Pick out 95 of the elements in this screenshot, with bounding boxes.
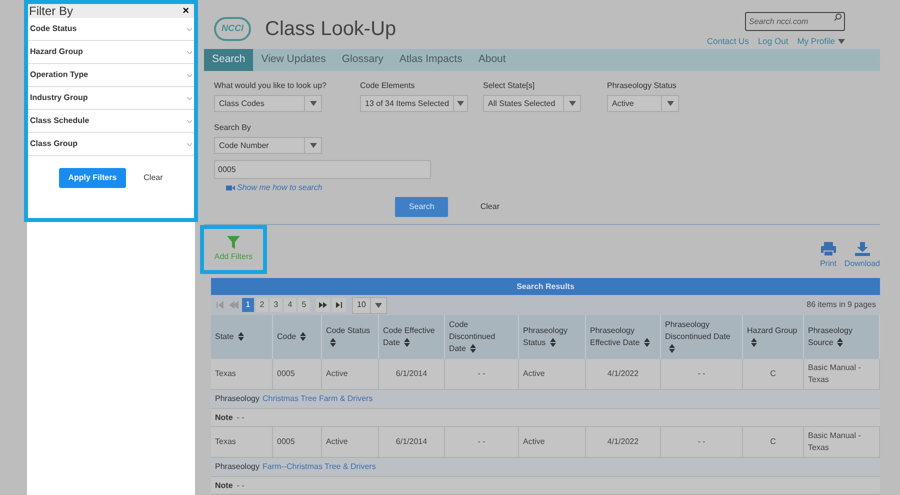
table-cell: - - (445, 359, 519, 389)
table-cell: - - (661, 427, 743, 457)
code-input[interactable]: 0005 (214, 160, 431, 179)
field-label: Search By (214, 122, 252, 134)
table-cell: Active (322, 427, 379, 457)
table-cell: Active (519, 359, 586, 389)
table-cell: 0005 (273, 427, 322, 457)
search-icon (834, 13, 842, 21)
apply-filters-button[interactable]: Apply Filters (59, 168, 126, 188)
caret-icon (457, 101, 464, 106)
sort-icon (300, 332, 306, 342)
table-cell: C (743, 359, 804, 389)
table-cell: - - (445, 427, 519, 457)
nav-tab[interactable]: View Updates (253, 48, 334, 71)
caret-icon (666, 101, 674, 106)
sort-icon (751, 338, 757, 348)
filter-item[interactable]: Class Group (28, 133, 194, 156)
note-text: - - (236, 412, 244, 424)
results-summary: 86 items in 9 pages (806, 299, 877, 311)
sort-icon (550, 338, 556, 348)
chevron-icon (187, 96, 192, 100)
caret-icon (310, 101, 316, 106)
page-button[interactable]: 2 (256, 298, 268, 312)
chevron-icon (187, 74, 192, 76)
download-icon (854, 242, 870, 256)
dropdown[interactable]: 10 (352, 296, 387, 314)
table-cell: Texas (211, 359, 273, 389)
filter-item[interactable]: Industry Group (28, 87, 194, 110)
chevron-icon (187, 142, 192, 146)
table-cell: Active (322, 359, 379, 389)
results-title-bar: Search Results (211, 278, 880, 295)
note-label: Note (215, 412, 233, 424)
field-label: Select State[s] (483, 80, 536, 92)
chevron-icon (187, 28, 192, 30)
dropdown[interactable]: Active (607, 95, 679, 112)
sort-icon (669, 344, 675, 354)
video-camera-icon (226, 185, 235, 191)
nav-tab[interactable]: Atlas Impacts (391, 48, 470, 71)
note-label: Note (215, 480, 233, 492)
filter-item[interactable]: Hazard Group (28, 41, 194, 64)
page-title: Class Look-Up (265, 17, 396, 42)
phraseology-label: Phraseology (215, 393, 260, 405)
panel-title: Filter By (29, 5, 74, 17)
next-page-icon[interactable] (316, 298, 330, 312)
phraseology-label: Phraseology (215, 461, 260, 473)
dropdown[interactable]: Code Number (214, 137, 322, 154)
logo: NCCI (214, 17, 251, 41)
dropdown[interactable]: Class Codes (214, 95, 322, 112)
caret-icon (838, 38, 845, 44)
filter-icon (227, 236, 240, 249)
caret-icon (374, 302, 382, 308)
sort-icon (330, 338, 336, 348)
table-cell: 4/1/2022 (586, 427, 661, 457)
sort-icon (404, 338, 410, 348)
table-cell: 6/1/2014 (379, 427, 445, 457)
nav-tab[interactable]: Glossary (334, 48, 392, 71)
page-button[interactable]: 1 (242, 298, 254, 312)
caret-icon (568, 101, 576, 106)
page-button[interactable]: 5 (298, 298, 310, 312)
sort-icon (470, 344, 476, 354)
table-cell: Active (519, 427, 586, 457)
caret-icon (310, 143, 316, 148)
field-label: What would you like to look up? (214, 80, 328, 92)
clear-button[interactable]: Clear (480, 201, 500, 213)
table-cell: 4/1/2022 (586, 359, 661, 389)
dropdown[interactable]: 13 of 34 Items Selected (360, 95, 468, 112)
sort-icon (644, 338, 650, 348)
table-cell: Texas (211, 427, 273, 457)
close-button[interactable]: × (182, 6, 193, 16)
chevron-icon (187, 120, 192, 122)
note-text: - - (236, 480, 244, 492)
sort-icon (837, 338, 844, 348)
table-cell: 0005 (273, 359, 322, 389)
nav-tab[interactable]: About (470, 48, 514, 71)
dropdown[interactable]: All States Selected (483, 95, 581, 112)
table-cell: - - (661, 359, 743, 389)
field-label: Code Elements (360, 80, 416, 92)
table-cell: 6/1/2014 (379, 359, 445, 389)
nav-tab[interactable]: Search (204, 48, 254, 71)
field-label: Phraseology Status (607, 80, 678, 92)
filter-item[interactable]: Class Schedule (28, 110, 194, 133)
chevron-icon (187, 50, 192, 54)
search-button[interactable]: Search (395, 197, 448, 217)
table-cell: Basic Manual - Texas (804, 359, 880, 389)
table-cell: C (743, 427, 804, 457)
last-page-icon[interactable] (332, 298, 346, 312)
printer-icon (820, 242, 836, 256)
page-button[interactable]: 4 (284, 298, 296, 312)
table-cell: Basic Manual - Texas (804, 427, 880, 457)
clear-button[interactable]: Clear (144, 172, 163, 184)
page-button[interactable]: 3 (270, 298, 282, 312)
sort-icon (238, 332, 244, 342)
search-field[interactable]: Search ncci.com (745, 12, 845, 31)
filter-item[interactable]: Operation Type (28, 64, 194, 87)
filter-item[interactable]: Code Status (28, 18, 194, 41)
